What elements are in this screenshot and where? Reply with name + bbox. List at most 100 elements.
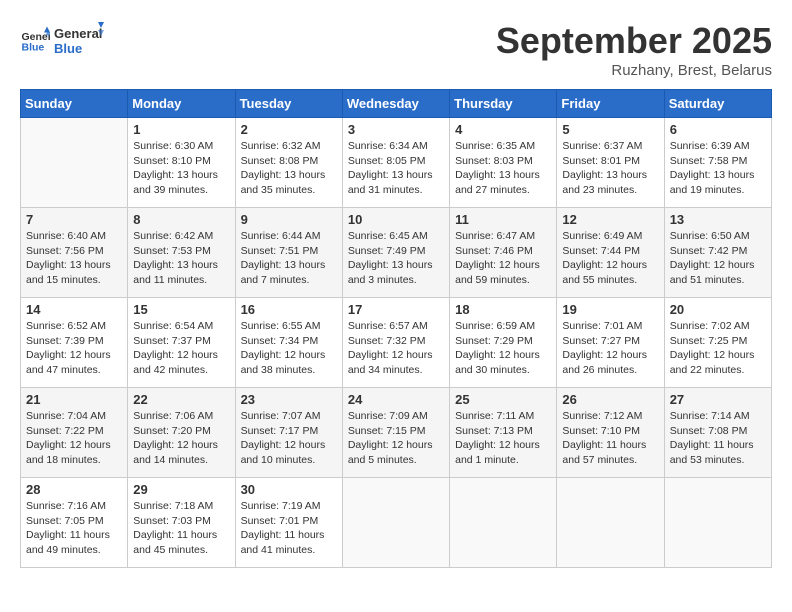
calendar-cell: 25 Sunrise: 7:11 AM Sunset: 7:13 PM Dayli… (450, 388, 557, 478)
calendar-cell: 7 Sunrise: 6:40 AM Sunset: 7:56 PM Daylig… (21, 208, 128, 298)
day-number: 4 (455, 122, 551, 137)
header-day: Tuesday (235, 90, 342, 118)
day-info: Sunrise: 7:07 AM Sunset: 7:17 PM Dayligh… (241, 409, 337, 468)
calendar-cell: 6 Sunrise: 6:39 AM Sunset: 7:58 PM Daylig… (664, 118, 771, 208)
day-number: 3 (348, 122, 444, 137)
day-info: Sunrise: 6:47 AM Sunset: 7:46 PM Dayligh… (455, 229, 551, 288)
day-number: 25 (455, 392, 551, 407)
calendar-cell (450, 478, 557, 568)
day-info: Sunrise: 7:16 AM Sunset: 7:05 PM Dayligh… (26, 499, 122, 558)
calendar-cell: 26Sunrise: 7:12 AM Sunset: 7:10 PM Dayli… (557, 388, 664, 478)
calendar-cell: 4Sunrise: 6:35 AM Sunset: 8:03 PM Daylig… (450, 118, 557, 208)
calendar-table: SundayMondayTuesdayWednesdayThursdayFrid… (20, 89, 772, 568)
day-number: 21 (26, 392, 122, 407)
calendar-cell: 19 Sunrise: 7:01 AM Sunset: 7:27 PM Dayli… (557, 298, 664, 388)
calendar-cell (342, 478, 449, 568)
header-row: SundayMondayTuesdayWednesdayThursdayFrid… (21, 90, 772, 118)
day-info: Sunrise: 7:14 AM Sunset: 7:08 PM Dayligh… (670, 409, 766, 468)
calendar-cell: 3 Sunrise: 6:34 AM Sunset: 8:05 PM Daylig… (342, 118, 449, 208)
day-number: 23 (241, 392, 337, 407)
day-info: Sunrise: 6:30 AM Sunset: 8:10 PM Dayligh… (133, 139, 229, 198)
calendar-cell: 15 Sunrise: 6:54 AM Sunset: 7:37 PM Dayli… (128, 298, 235, 388)
calendar-week-row: 28Sunrise: 7:16 AM Sunset: 7:05 PM Dayli… (21, 478, 772, 568)
calendar-cell: 13Sunrise: 6:50 AM Sunset: 7:42 PM Dayli… (664, 208, 771, 298)
day-info: Sunrise: 6:54 AM Sunset: 7:37 PM Dayligh… (133, 319, 229, 378)
calendar-week-row: 1 Sunrise: 6:30 AM Sunset: 8:10 PM Daylig… (21, 118, 772, 208)
logo-icon: General Blue (20, 25, 50, 55)
calendar-cell: 17 Sunrise: 6:57 AM Sunset: 7:32 PM Dayli… (342, 298, 449, 388)
day-info: Sunrise: 7:19 AM Sunset: 7:01 PM Dayligh… (241, 499, 337, 558)
calendar-cell: 16 Sunrise: 6:55 AM Sunset: 7:34 PM Dayli… (235, 298, 342, 388)
day-number: 18 (455, 302, 551, 317)
day-number: 29 (133, 482, 229, 497)
day-number: 17 (348, 302, 444, 317)
day-number: 12 (562, 212, 658, 227)
day-number: 2 (241, 122, 337, 137)
day-number: 20 (670, 302, 766, 317)
day-number: 11 (455, 212, 551, 227)
header-day: Monday (128, 90, 235, 118)
day-number: 10 (348, 212, 444, 227)
day-number: 1 (133, 122, 229, 137)
day-info: Sunrise: 6:55 AM Sunset: 7:34 PM Dayligh… (241, 319, 337, 378)
calendar-week-row: 7 Sunrise: 6:40 AM Sunset: 7:56 PM Daylig… (21, 208, 772, 298)
calendar-cell: 11 Sunrise: 6:47 AM Sunset: 7:46 PM Dayli… (450, 208, 557, 298)
day-info: Sunrise: 7:12 AM Sunset: 7:10 PM Dayligh… (562, 409, 658, 468)
day-info: Sunrise: 7:09 AM Sunset: 7:15 PM Dayligh… (348, 409, 444, 468)
day-number: 7 (26, 212, 122, 227)
calendar-cell: 22 Sunrise: 7:06 AM Sunset: 7:20 PM Dayli… (128, 388, 235, 478)
calendar-cell: 8Sunrise: 6:42 AM Sunset: 7:53 PM Daylig… (128, 208, 235, 298)
calendar-cell: 1 Sunrise: 6:30 AM Sunset: 8:10 PM Daylig… (128, 118, 235, 208)
day-info: Sunrise: 7:11 AM Sunset: 7:13 PM Dayligh… (455, 409, 551, 468)
day-number: 9 (241, 212, 337, 227)
location: Ruzhany, Brest, Belarus (496, 62, 772, 79)
calendar-week-row: 21 Sunrise: 7:04 AM Sunset: 7:22 PM Dayli… (21, 388, 772, 478)
day-info: Sunrise: 6:49 AM Sunset: 7:44 PM Dayligh… (562, 229, 658, 288)
day-info: Sunrise: 6:45 AM Sunset: 7:49 PM Dayligh… (348, 229, 444, 288)
day-info: Sunrise: 6:34 AM Sunset: 8:05 PM Dayligh… (348, 139, 444, 198)
day-info: Sunrise: 7:18 AM Sunset: 7:03 PM Dayligh… (133, 499, 229, 558)
calendar-cell: 20Sunrise: 7:02 AM Sunset: 7:25 PM Dayli… (664, 298, 771, 388)
logo-svg: General Blue (54, 20, 104, 60)
header-day: Wednesday (342, 90, 449, 118)
day-number: 27 (670, 392, 766, 407)
logo: General Blue General Blue (20, 20, 104, 60)
day-info: Sunrise: 6:39 AM Sunset: 7:58 PM Dayligh… (670, 139, 766, 198)
day-number: 30 (241, 482, 337, 497)
calendar-cell: 10 Sunrise: 6:45 AM Sunset: 7:49 PM Dayli… (342, 208, 449, 298)
day-info: Sunrise: 7:04 AM Sunset: 7:22 PM Dayligh… (26, 409, 122, 468)
day-info: Sunrise: 6:40 AM Sunset: 7:56 PM Dayligh… (26, 229, 122, 288)
header-day: Saturday (664, 90, 771, 118)
day-info: Sunrise: 6:52 AM Sunset: 7:39 PM Dayligh… (26, 319, 122, 378)
day-number: 19 (562, 302, 658, 317)
header-day: Thursday (450, 90, 557, 118)
day-info: Sunrise: 7:01 AM Sunset: 7:27 PM Dayligh… (562, 319, 658, 378)
calendar-week-row: 14Sunrise: 6:52 AM Sunset: 7:39 PM Dayli… (21, 298, 772, 388)
day-number: 5 (562, 122, 658, 137)
header-day: Sunday (21, 90, 128, 118)
calendar-cell: 14Sunrise: 6:52 AM Sunset: 7:39 PM Dayli… (21, 298, 128, 388)
calendar-cell: 27 Sunrise: 7:14 AM Sunset: 7:08 PM Dayli… (664, 388, 771, 478)
day-info: Sunrise: 6:59 AM Sunset: 7:29 PM Dayligh… (455, 319, 551, 378)
day-info: Sunrise: 7:06 AM Sunset: 7:20 PM Dayligh… (133, 409, 229, 468)
calendar-cell: 9 Sunrise: 6:44 AM Sunset: 7:51 PM Daylig… (235, 208, 342, 298)
day-number: 13 (670, 212, 766, 227)
calendar-cell: 24 Sunrise: 7:09 AM Sunset: 7:15 PM Dayli… (342, 388, 449, 478)
calendar-cell: 2 Sunrise: 6:32 AM Sunset: 8:08 PM Daylig… (235, 118, 342, 208)
calendar-cell (557, 478, 664, 568)
month-title: September 2025 (496, 20, 772, 62)
day-number: 6 (670, 122, 766, 137)
calendar-cell: 5Sunrise: 6:37 AM Sunset: 8:01 PM Daylig… (557, 118, 664, 208)
day-number: 24 (348, 392, 444, 407)
day-number: 15 (133, 302, 229, 317)
header-day: Friday (557, 90, 664, 118)
day-number: 22 (133, 392, 229, 407)
day-info: Sunrise: 6:44 AM Sunset: 7:51 PM Dayligh… (241, 229, 337, 288)
svg-text:Blue: Blue (22, 42, 45, 54)
day-info: Sunrise: 6:57 AM Sunset: 7:32 PM Dayligh… (348, 319, 444, 378)
calendar-cell (21, 118, 128, 208)
day-number: 8 (133, 212, 229, 227)
svg-text:Blue: Blue (54, 41, 82, 56)
day-number: 16 (241, 302, 337, 317)
day-info: Sunrise: 6:32 AM Sunset: 8:08 PM Dayligh… (241, 139, 337, 198)
